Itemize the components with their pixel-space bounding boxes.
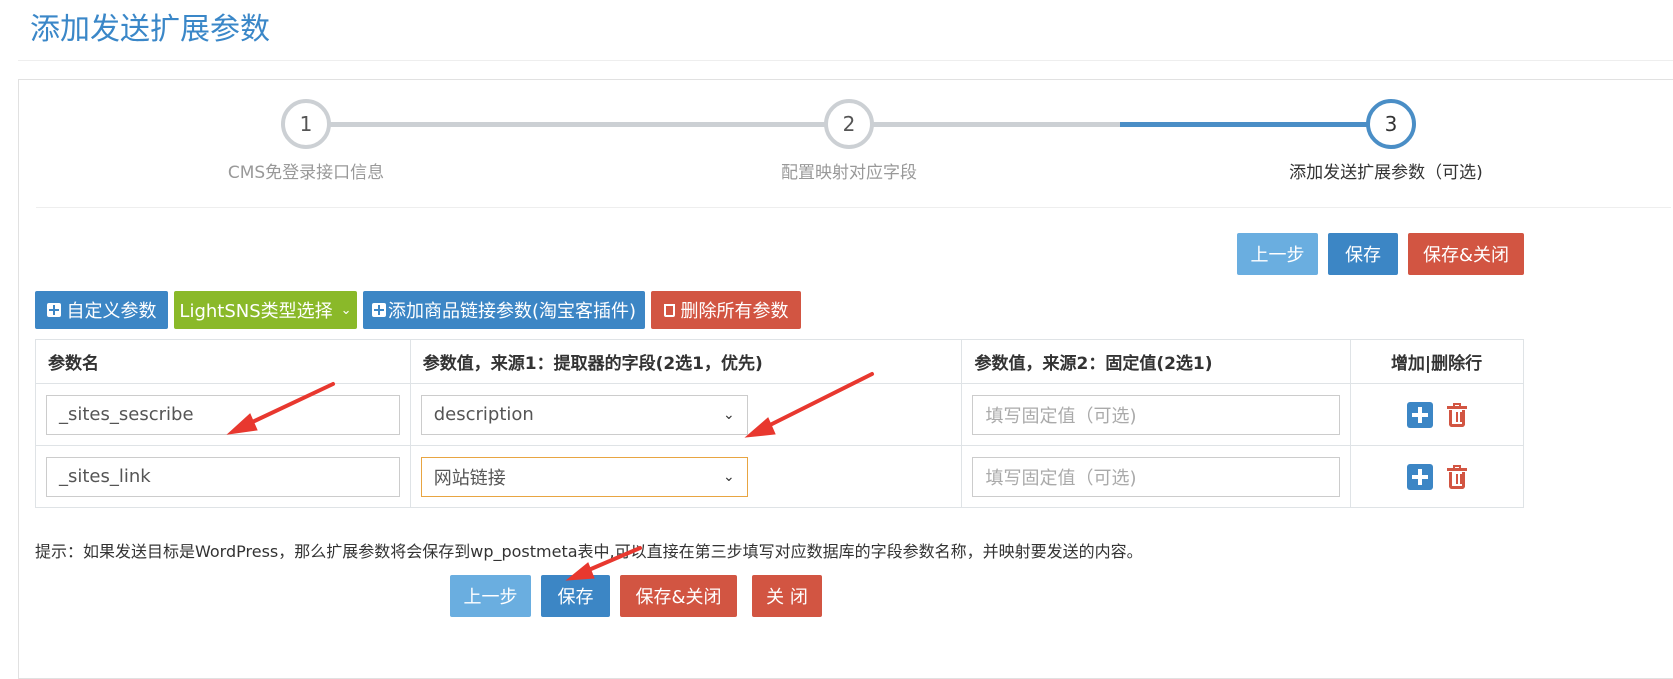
step-connector-1-2 [330,122,825,127]
add-product-link-label: 添加商品链接参数(淘宝客插件) [387,301,637,322]
plus-square-icon [46,303,61,317]
lightsns-type-label: LightSNS类型选择 [179,301,333,322]
bottom-save-close-button[interactable]: 保存&关闭 [620,575,737,617]
top-prev-button[interactable]: 上一步 [1237,233,1318,275]
delete-row-icon[interactable] [1447,464,1468,489]
step-1-circle[interactable]: 1 [281,99,331,149]
delete-row-icon[interactable] [1447,402,1468,427]
step-3-circle[interactable]: 3 [1366,99,1416,149]
table-header-row: 参数名 参数值，来源1：提取器的字段(2选1，优先) 参数值，来源2：固定值(2… [35,339,1524,384]
step-1-label: CMS免登录接口信息 [227,163,385,183]
header-param-name: 参数名 [35,339,411,384]
lightsns-type-dropdown[interactable]: LightSNS类型选择 ⌄ [174,291,357,329]
delete-all-button[interactable]: 删除所有参数 [651,291,801,329]
stepper-divider [36,207,1671,208]
header-fixed-value: 参数值，来源2：固定值(2选1) [961,339,1352,384]
step-2-label: 配置映射对应字段 [781,163,917,183]
top-save-button[interactable]: 保存 [1328,233,1398,275]
custom-param-label: 自定义参数 [66,301,157,322]
table-row: _sites_link 网站链接 ⌄ 填写固定值（可选) [35,445,1524,508]
bottom-save-button[interactable]: 保存 [541,575,610,617]
step-connector-2-3-pending [873,122,1120,127]
params-table: 参数名 参数值，来源1：提取器的字段(2选1，优先) 参数值，来源2：固定值(2… [35,339,1524,508]
add-product-link-button[interactable]: 添加商品链接参数(淘宝客插件) [363,291,645,329]
bottom-close-button[interactable]: 关 闭 [752,575,822,617]
title-divider [18,60,1673,61]
fixed-value-placeholder: 填写固定值（可选) [985,467,1137,489]
step-3-label: 添加发送扩展参数（可选) [1289,163,1483,183]
fixed-value-input[interactable]: 填写固定值（可选) [972,456,1341,497]
fixed-value-input[interactable]: 填写固定值（可选) [972,394,1341,435]
chevron-down-icon: ⌄ [723,468,735,485]
table-row: _sites_sescribe description ⌄ 填写固定值（可选) [35,383,1524,446]
step-2-circle[interactable]: 2 [824,99,874,149]
bottom-prev-button[interactable]: 上一步 [450,575,531,617]
add-row-icon[interactable] [1407,401,1434,428]
add-row-icon[interactable] [1407,463,1434,490]
header-source-field: 参数值，来源1：提取器的字段(2选1，优先) [409,339,963,384]
trash-icon [663,303,675,317]
page-title: 添加发送扩展参数 [30,12,270,47]
delete-all-label: 删除所有参数 [680,301,789,322]
header-row-actions: 增加|删除行 [1350,339,1524,384]
source-field-value: 网站链接 [433,467,506,489]
source-field-select[interactable]: 网站链接 ⌄ [420,456,748,497]
source-field-select[interactable]: description ⌄ [420,394,748,435]
param-name-input[interactable]: _sites_link [46,456,400,497]
step-connector-2-3-done [1120,122,1367,127]
fixed-value-placeholder: 填写固定值（可选) [985,405,1137,427]
plus-square-icon [371,303,386,317]
param-name-input[interactable]: _sites_sescribe [46,394,400,435]
custom-param-button[interactable]: 自定义参数 [35,291,168,329]
source-field-value: description [433,404,534,425]
chevron-down-icon: ⌄ [340,302,352,318]
chevron-down-icon: ⌄ [723,406,735,423]
top-save-close-button[interactable]: 保存&关闭 [1408,233,1524,275]
wordpress-hint: 提示：如果发送目标是WordPress，那么扩展参数将会保存到wp_postme… [35,542,1143,561]
